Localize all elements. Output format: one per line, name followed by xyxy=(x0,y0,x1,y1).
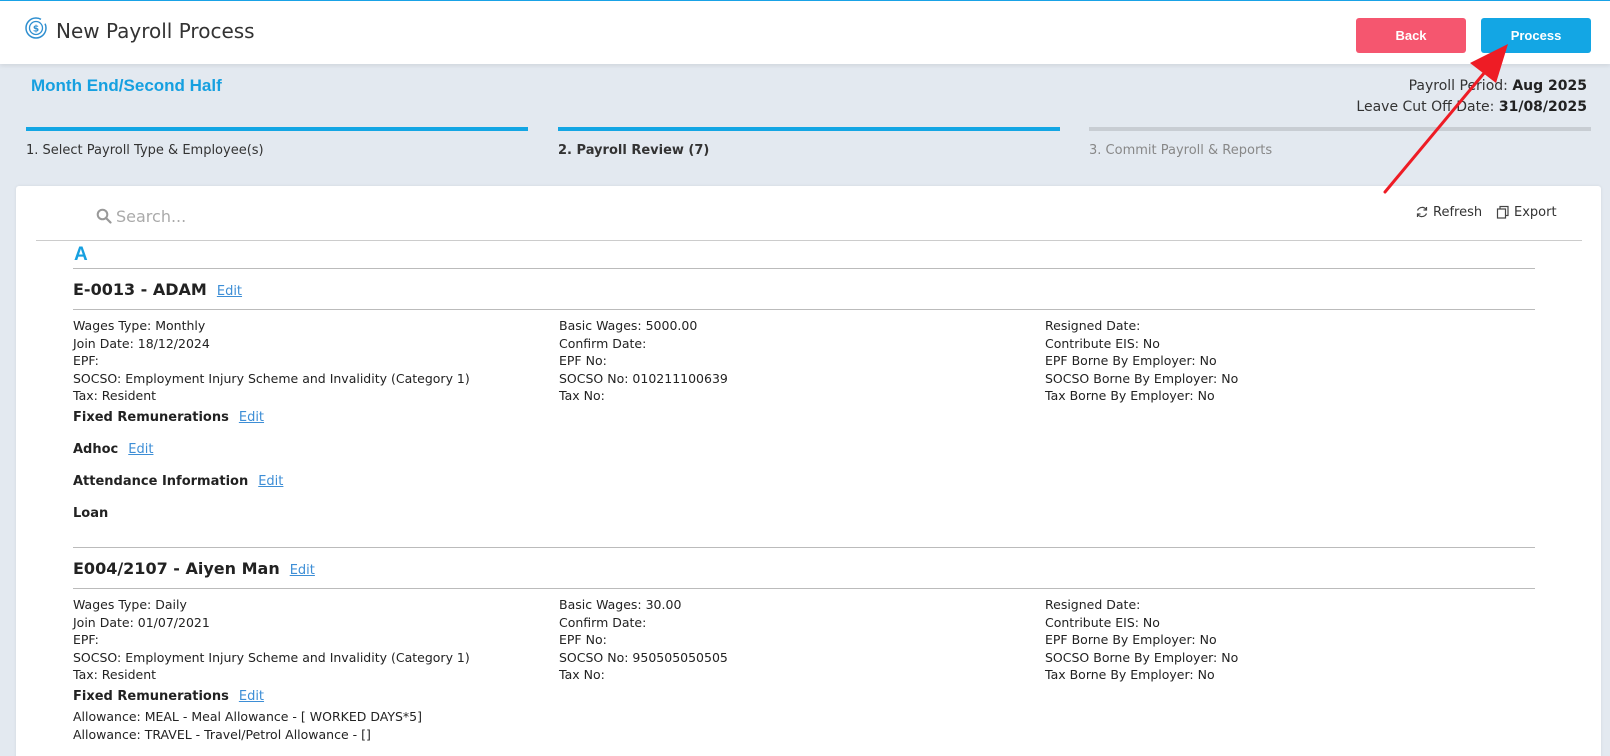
leave-cutoff-label: Leave Cut Off Date: xyxy=(1356,99,1499,115)
confirm-date: Confirm Date: xyxy=(559,335,647,351)
edit-fixed-link[interactable]: Edit xyxy=(239,410,264,425)
details-col-3: Resigned Date: Contribute EIS: No EPF Bo… xyxy=(1045,596,1238,684)
socso-borne: SOCSO Borne By Employer: No xyxy=(1045,370,1239,386)
join-date: Join Date: 18/12/2024 xyxy=(73,335,210,351)
export-label: Export xyxy=(1514,205,1557,220)
leave-cutoff-value: 31/08/2025 xyxy=(1498,99,1587,115)
employee-details: Wages Type: Daily Join Date: 01/07/2021 … xyxy=(73,596,1535,688)
divider xyxy=(73,309,1535,310)
resigned-date: Resigned Date: xyxy=(1045,597,1141,612)
edit-employee-link[interactable]: Edit xyxy=(217,284,242,299)
svg-text:$: $ xyxy=(33,25,39,35)
search-input[interactable] xyxy=(116,202,556,230)
back-button[interactable]: Back xyxy=(1356,18,1466,53)
step-3-bar xyxy=(1089,127,1591,131)
search-box xyxy=(80,202,580,230)
employee-name: E004/2107 - Aiyen Man xyxy=(73,559,280,578)
section-label: Adhoc xyxy=(73,442,119,457)
section-label: Fixed Remunerations xyxy=(73,410,229,425)
refresh-button[interactable]: Refresh xyxy=(1415,205,1482,220)
divider xyxy=(36,240,1582,241)
epf: EPF: xyxy=(73,353,99,368)
step-2-label: 2. Payroll Review (7) xyxy=(558,143,710,158)
refresh-icon xyxy=(1416,206,1428,218)
epf-borne: EPF Borne By Employer: No xyxy=(1045,632,1217,647)
page-title: New Payroll Process xyxy=(56,19,255,43)
employee-details: Wages Type: Monthly Join Date: 18/12/202… xyxy=(73,317,1535,409)
edit-adhoc-link[interactable]: Edit xyxy=(128,442,153,457)
stepper: 1. Select Payroll Type & Employee(s) 2. … xyxy=(26,127,1591,167)
process-button[interactable]: Process xyxy=(1481,18,1591,53)
wages-type: Wages Type: Daily xyxy=(73,597,187,612)
section-label: Fixed Remunerations xyxy=(73,689,229,704)
wages-type: Wages Type: Monthly xyxy=(73,318,206,333)
step-2-bar xyxy=(558,127,1060,131)
review-panel: Refresh Export A E-0013 - ADAM Edit Wages… xyxy=(16,186,1601,756)
group-letter: A xyxy=(74,244,88,265)
step-1-label: 1. Select Payroll Type & Employee(s) xyxy=(26,143,264,158)
details-col-2: Basic Wages: 30.00 Confirm Date: EPF No:… xyxy=(559,596,728,684)
socso-no: SOCSO No: 010211100639 xyxy=(559,370,728,386)
socso-no: SOCSO No: 950505050505 xyxy=(559,649,728,665)
epf-borne: EPF Borne By Employer: No xyxy=(1045,353,1217,368)
edit-employee-link[interactable]: Edit xyxy=(290,563,315,578)
join-date: Join Date: 01/07/2021 xyxy=(73,614,210,630)
fixed-remunerations-section: Fixed Remunerations Edit xyxy=(73,688,1535,708)
tax-no: Tax No: xyxy=(559,388,605,403)
tax-borne: Tax Borne By Employer: No xyxy=(1045,667,1215,682)
tax-no: Tax No: xyxy=(559,667,605,682)
payroll-cycle-icon: $ xyxy=(25,17,47,39)
page-header: $ New Payroll Process Back Process xyxy=(0,1,1610,64)
step-3-label: 3. Commit Payroll & Reports xyxy=(1089,143,1273,158)
copy-icon xyxy=(1496,205,1509,219)
section-label: Loan xyxy=(73,506,109,521)
details-col-1: Wages Type: Monthly Join Date: 18/12/202… xyxy=(73,317,470,405)
adhoc-section: Adhoc Edit xyxy=(73,441,1535,473)
tax: Tax: Resident xyxy=(73,388,157,403)
tax-borne: Tax Borne By Employer: No xyxy=(1045,388,1215,403)
employee-card: E-0013 - ADAM Edit Wages Type: Monthly Jo… xyxy=(73,268,1535,537)
fixed-item: Allowance: TRAVEL - Travel/Petrol Allowa… xyxy=(73,726,371,742)
payroll-period-value: Aug 2025 xyxy=(1512,78,1587,94)
step-2: 2. Payroll Review (7) xyxy=(558,127,1060,158)
details-col-3: Resigned Date: Contribute EIS: No EPF Bo… xyxy=(1045,317,1238,405)
fixed-item: Allowance: MEAL - Meal Allowance - [ WOR… xyxy=(73,709,422,724)
contribute-eis: Contribute EIS: No xyxy=(1045,335,1160,351)
section-label: Attendance Information xyxy=(73,474,249,489)
epf-no: EPF No: xyxy=(559,353,607,368)
step-1-bar xyxy=(26,127,528,131)
step-1: 1. Select Payroll Type & Employee(s) xyxy=(26,127,528,158)
attendance-section: Attendance Information Edit xyxy=(73,473,1535,505)
contribute-eis: Contribute EIS: No xyxy=(1045,614,1160,630)
export-button[interactable]: Export xyxy=(1496,205,1557,220)
loan-section: Loan xyxy=(73,505,1535,537)
resigned-date: Resigned Date: xyxy=(1045,318,1141,333)
basic-wages: Basic Wages: 30.00 xyxy=(559,597,682,612)
epf-no: EPF No: xyxy=(559,632,607,647)
employee-card: E004/2107 - Aiyen Man Edit Wages Type: Da… xyxy=(73,547,1535,743)
divider xyxy=(73,588,1535,589)
socso-borne: SOCSO Borne By Employer: No xyxy=(1045,649,1239,665)
payroll-type-title: Month End/Second Half xyxy=(31,76,222,95)
socso: SOCSO: Employment Injury Scheme and Inva… xyxy=(73,370,470,386)
step-3: 3. Commit Payroll & Reports xyxy=(1089,127,1591,158)
fixed-remunerations-section: Fixed Remunerations Edit xyxy=(73,409,1535,441)
refresh-label: Refresh xyxy=(1433,205,1483,220)
edit-fixed-link[interactable]: Edit xyxy=(239,689,264,704)
socso: SOCSO: Employment Injury Scheme and Inva… xyxy=(73,649,470,665)
confirm-date: Confirm Date: xyxy=(559,614,647,630)
period-info: Payroll Period: Aug 2025 Leave Cut Off D… xyxy=(1356,76,1587,118)
employee-name: E-0013 - ADAM xyxy=(73,280,207,299)
basic-wages: Basic Wages: 5000.00 xyxy=(559,318,698,333)
details-col-1: Wages Type: Daily Join Date: 01/07/2021 … xyxy=(73,596,470,684)
epf: EPF: xyxy=(73,632,99,647)
edit-attendance-link[interactable]: Edit xyxy=(258,474,283,489)
payroll-period-label: Payroll Period: xyxy=(1408,78,1513,94)
search-icon xyxy=(96,208,112,224)
tax: Tax: Resident xyxy=(73,667,157,682)
details-col-2: Basic Wages: 5000.00 Confirm Date: EPF N… xyxy=(559,317,728,405)
